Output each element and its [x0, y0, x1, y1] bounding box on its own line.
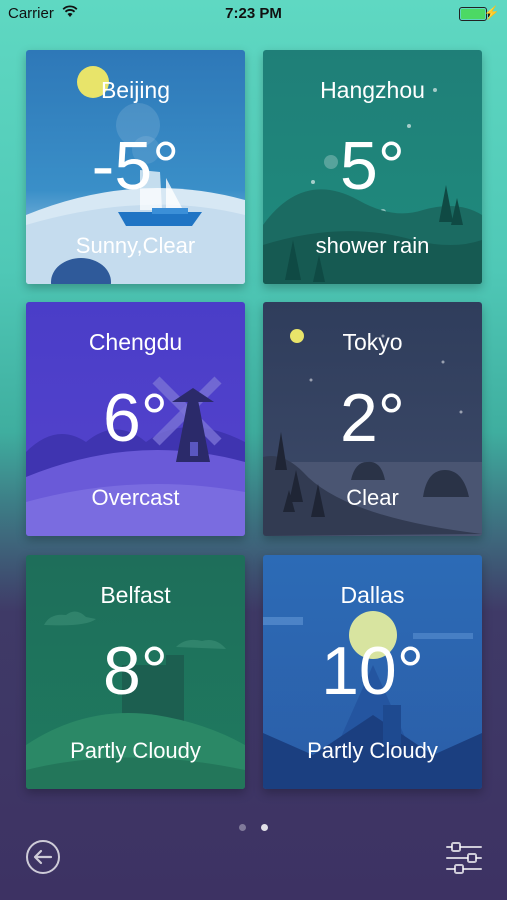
temperature: 10° — [321, 633, 424, 709]
temperature: 6° — [102, 380, 168, 456]
city-name: Beijing — [100, 77, 171, 103]
page-dot-2[interactable] — [260, 824, 268, 831]
city-card-tokyo[interactable]: Tokyo 2° Clear — [263, 302, 482, 536]
temperature: 8° — [102, 633, 168, 709]
city-card-hangzhou[interactable]: Hangzhou 5° shower rain — [263, 50, 482, 284]
weather-condition: Clear — [346, 485, 399, 510]
weather-condition: shower rain — [315, 233, 430, 258]
weather-condition: Partly Cloudy — [70, 738, 201, 763]
weather-condition: Sunny,Clear — [75, 233, 196, 258]
charging-icon: ⚡ — [483, 5, 500, 20]
temperature: -5° — [91, 128, 180, 204]
status-bar: Carrier 7:23 PM ⚡ — [0, 0, 507, 28]
page-indicator[interactable] — [0, 818, 507, 836]
clock: 7:23 PM — [225, 5, 282, 22]
city-name: Chengdu — [88, 329, 183, 355]
city-name: Belfast — [100, 582, 171, 608]
city-card-beijing[interactable]: Beijing -5° Sunny,Clear — [26, 50, 245, 284]
weather-condition: Overcast — [91, 485, 180, 510]
weather-condition: Partly Cloudy — [307, 738, 438, 763]
page-dot-1[interactable] — [239, 824, 247, 831]
temperature: 5° — [339, 128, 405, 204]
back-circle-arrow-icon[interactable] — [25, 839, 61, 875]
battery-icon — [459, 7, 490, 21]
city-name: Hangzhou — [320, 77, 425, 103]
sliders-settings-icon[interactable] — [445, 840, 483, 876]
city-card-belfast[interactable]: Belfast 8° Partly Cloudy — [26, 555, 245, 789]
temperature: 2° — [339, 380, 405, 456]
city-name: Dallas — [340, 582, 405, 608]
city-card-chengdu[interactable]: Chengdu 6° Overcast — [26, 302, 245, 536]
city-card-dallas[interactable]: Dallas 10° Partly Cloudy — [263, 555, 482, 789]
city-name: Tokyo — [342, 329, 403, 355]
